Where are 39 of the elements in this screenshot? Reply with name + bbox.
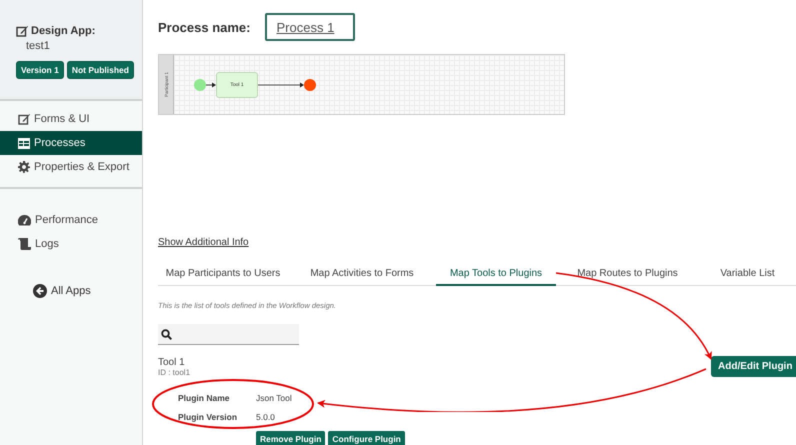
search-icon <box>161 328 172 340</box>
all-apps-link[interactable]: All Apps <box>33 284 91 298</box>
process-name-field[interactable]: Process 1 <box>264 13 354 41</box>
flow-arrow <box>258 82 304 88</box>
app-label: Design App: <box>31 25 96 37</box>
field-label: Plugin Name <box>177 393 230 403</box>
field-value: 5.0.0 <box>256 412 275 422</box>
table-icon <box>18 138 30 148</box>
tab[interactable]: Map Participants to Users <box>158 262 288 286</box>
start-event <box>194 78 206 90</box>
edit-icon <box>16 25 28 37</box>
plugin-button[interactable]: Remove Plugin <box>256 431 326 445</box>
gauge-icon <box>18 214 31 226</box>
flow-arrow <box>206 82 216 88</box>
tab[interactable]: Map Routes to Plugins <box>556 262 699 286</box>
tool-id: ID : tool1 <box>158 368 190 377</box>
field-value: Json Tool <box>256 393 292 403</box>
menu-item[interactable]: Logs <box>0 232 142 256</box>
status-badge: Version 1 <box>16 61 64 79</box>
menu-item[interactable]: Processes <box>0 131 142 155</box>
edit-icon <box>18 113 30 125</box>
menu-item[interactable]: Forms & UI <box>0 107 142 131</box>
field-label: Plugin Version <box>177 412 238 422</box>
field-label: Process name: <box>158 20 250 34</box>
scroll-icon <box>18 238 31 250</box>
tab[interactable]: Variable List <box>699 262 796 286</box>
status-badge: Not Published <box>66 61 134 79</box>
tab[interactable]: Map Activities to Forms <box>288 262 436 286</box>
gear-icon <box>18 161 30 173</box>
end-event <box>304 78 316 90</box>
plugin-button[interactable]: Configure Plugin <box>328 431 405 445</box>
menu-item[interactable]: Performance <box>0 208 142 232</box>
show-info-link[interactable]: Show Additional Info <box>158 237 249 248</box>
add-edit-plugin-button[interactable]: Add/Edit Plugin <box>711 356 796 377</box>
tool-name: Tool 1 <box>158 357 185 368</box>
search-field[interactable] <box>158 324 299 345</box>
app-name: test1 <box>25 40 51 52</box>
tab[interactable]: Map Tools to Plugins <box>436 262 556 286</box>
menu-item[interactable]: Properties & Export <box>0 155 142 179</box>
